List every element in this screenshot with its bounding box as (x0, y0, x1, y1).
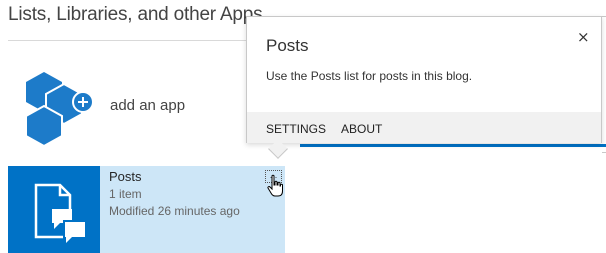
accent-strip (300, 144, 606, 147)
callout-shadow-edge (602, 16, 606, 153)
add-an-app-tile[interactable]: add an app (8, 56, 248, 156)
callout-title: Posts (266, 36, 309, 55)
about-action-link[interactable]: ABOUT (341, 122, 382, 136)
app-tile-icon-container[interactable] (8, 166, 100, 253)
app-tile-posts[interactable]: Posts 1 item Modified 26 minutes ago ... (8, 166, 285, 253)
add-app-icon (25, 72, 94, 148)
callout-description: Use the Posts list for posts in this blo… (266, 69, 473, 83)
app-tile-title[interactable]: Posts (109, 169, 142, 184)
posts-list-icon (34, 183, 87, 243)
heading-divider (8, 40, 248, 41)
settings-action-link[interactable]: SETTINGS (266, 122, 326, 136)
close-icon[interactable]: × (577, 28, 590, 46)
app-tile-item-count: 1 item (109, 187, 142, 201)
page-title: Lists, Libraries, and other Apps (8, 4, 263, 25)
app-tile-modified: Modified 26 minutes ago (109, 204, 240, 218)
add-an-app-label[interactable]: add an app (110, 97, 185, 114)
app-callout: Posts × Use the Posts list for posts in … (246, 16, 602, 143)
callout-actions-bar: SETTINGS ABOUT (247, 112, 601, 143)
hand-pointer-cursor-icon (267, 174, 283, 197)
